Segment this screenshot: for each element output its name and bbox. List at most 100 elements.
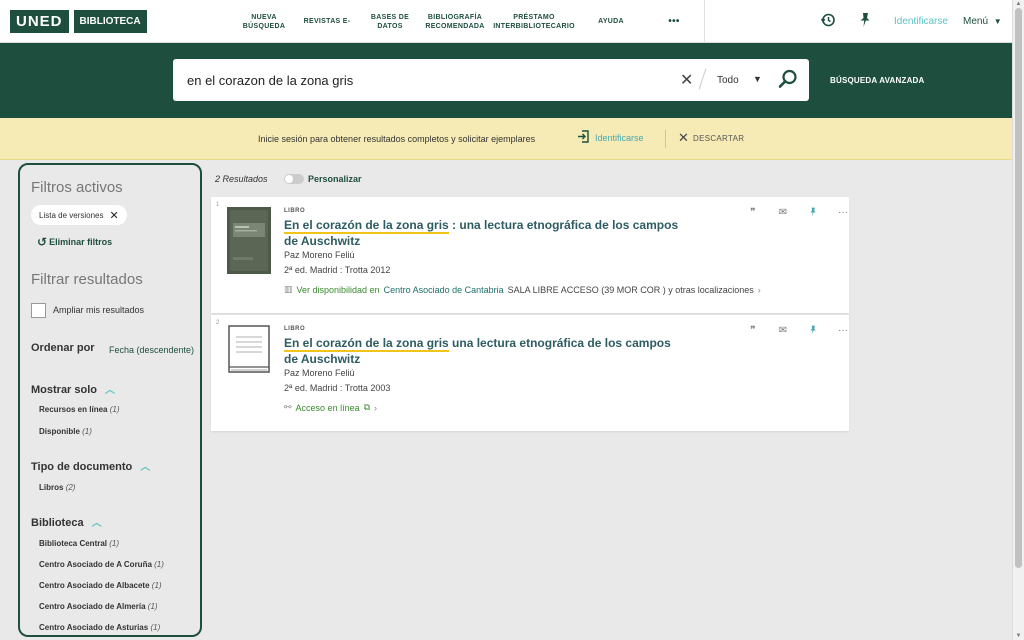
result-card[interactable]: 1 LIBRO En el corazón de la zona gris : …	[211, 197, 849, 313]
facet-online-resources[interactable]: Recursos en línea (1)	[39, 405, 120, 414]
facet-count: (1)	[151, 581, 162, 590]
result-title-link[interactable]: En el corazón de la zona gris : una lect…	[284, 217, 684, 249]
facet-count: (1)	[109, 539, 120, 548]
nav-more-button[interactable]: •••	[647, 0, 701, 43]
nav-label: INTERBIBLIOTECARIO	[493, 22, 575, 30]
cite-icon[interactable]: ❞	[738, 206, 768, 220]
nav-label: NUEVA	[251, 13, 277, 21]
search-scope-select[interactable]: Todo	[717, 75, 739, 86]
online-access-label: Acceso en línea	[295, 402, 360, 413]
availability-location: Centro Asociado de Cantabria	[383, 284, 504, 295]
nav-label: PRÉSTAMO	[513, 13, 555, 21]
sign-in-link[interactable]: Identificarse	[894, 16, 948, 27]
facet-library[interactable]: Centro Asociado de Almería (1)	[39, 602, 158, 611]
cite-icon[interactable]: ❞	[738, 324, 768, 338]
scrollbar-thumb[interactable]	[1015, 8, 1022, 568]
clear-filters-link[interactable]: ↺ Eliminar filtros	[37, 235, 112, 249]
sort-select[interactable]: Fecha (descendente)	[109, 345, 194, 355]
nav-label: AYUDA	[598, 18, 624, 25]
dismiss-button[interactable]: DESCARTAR	[693, 134, 744, 143]
search-band: ✕ Todo ▼ BÚSQUEDA AVANZADA	[0, 43, 1012, 118]
show-only-section-toggle[interactable]: Mostrar solo ︿	[31, 381, 115, 396]
book-shelf-icon: ▥	[284, 284, 293, 294]
online-access-link[interactable]: ⚯ Acceso en línea ⧉ ›	[284, 402, 377, 413]
nav-label: DATOS	[377, 22, 403, 30]
scroll-down-arrow-icon[interactable]: ▼	[1015, 633, 1022, 639]
library-section-toggle[interactable]: Biblioteca ︿	[31, 514, 102, 529]
nav-label: BÚSQUEDA	[242, 22, 286, 30]
active-filter-chip[interactable]: Lista de versiones ✕	[31, 205, 127, 225]
caret-down-icon[interactable]: ▼	[753, 74, 762, 84]
chevron-right-icon: ›	[757, 284, 761, 295]
email-icon[interactable]: ✉	[768, 206, 798, 220]
resource-type: LIBRO	[284, 326, 306, 332]
nav-interlibrary-loan[interactable]: PRÉSTAMO INTERBIBLIOTECARIO	[492, 0, 576, 43]
facet-count: (2)	[65, 483, 76, 492]
caret-down-icon: ▼	[993, 17, 1002, 26]
facet-available[interactable]: Disponible (1)	[39, 427, 92, 436]
page-scrollbar[interactable]: ▲ ▼	[1012, 0, 1024, 640]
result-title-link[interactable]: En el corazón de la zona gris una lectur…	[284, 335, 684, 367]
logo-biblioteca: BIBLIOTECA	[73, 10, 147, 33]
book-placeholder-icon[interactable]	[227, 325, 271, 392]
pin-icon[interactable]	[798, 324, 828, 338]
personalize-toggle[interactable]	[284, 174, 304, 184]
nav-recommended-bibliography[interactable]: BIBLIOGRAFÍA RECOMENDADA	[422, 0, 488, 43]
facet-count: (1)	[147, 602, 158, 611]
more-icon: •••	[668, 16, 680, 27]
history-icon[interactable]	[819, 12, 837, 30]
external-link-icon: ⧉	[363, 402, 371, 412]
nav-databases[interactable]: BASES DE DATOS	[362, 0, 418, 43]
availability-details: SALA LIBRE ACCESO (39 MOR COR ) y otras …	[507, 284, 754, 295]
email-icon[interactable]: ✉	[768, 324, 798, 338]
advanced-search-link[interactable]: BÚSQUEDA AVANZADA	[830, 76, 925, 85]
uned-library-logo[interactable]: UNED BIBLIOTECA	[10, 10, 147, 33]
result-edition: 2ª ed. Madrid : Trotta 2012	[284, 265, 391, 275]
nav-label: BASES DE	[370, 13, 410, 21]
more-options-icon[interactable]: ···	[828, 206, 858, 220]
banner-sign-in-link[interactable]: Identificarse	[595, 133, 644, 143]
more-options-icon[interactable]: ···	[828, 324, 858, 338]
chevron-up-icon: ︿	[140, 462, 151, 473]
scroll-up-arrow-icon[interactable]: ▲	[1015, 1, 1022, 7]
menu-button[interactable]: Menú ▼	[963, 16, 1002, 27]
search-submit-button[interactable]	[778, 69, 798, 89]
result-edition: 2ª ed. Madrid : Trotta 2003	[284, 383, 391, 393]
expand-results-label[interactable]: Ampliar mis resultados	[53, 305, 144, 315]
pin-icon[interactable]	[856, 12, 874, 30]
expand-results-checkbox[interactable]	[31, 303, 46, 318]
nav-ejournals[interactable]: REVISTAS E-	[296, 0, 358, 43]
facet-label: Centro Asociado de Almería	[39, 602, 146, 611]
active-filters-heading: Filtros activos	[31, 179, 123, 196]
pin-icon[interactable]	[798, 206, 828, 220]
availability-link[interactable]: ▥ Ver disponibilidad en Centro Asociado …	[284, 284, 761, 295]
result-card[interactable]: 2 LIBRO En el corazón de la zona gris un…	[211, 315, 849, 431]
doc-type-section-toggle[interactable]: Tipo de documento ︿	[31, 458, 150, 473]
nav-help[interactable]: AYUDA	[585, 0, 637, 43]
link-icon: ⚯	[284, 402, 292, 412]
nav-new-search[interactable]: NUEVA BÚSQUEDA	[236, 0, 292, 43]
facet-books[interactable]: Libros (2)	[39, 483, 75, 492]
facet-library[interactable]: Centro Asociado de A Coruña (1)	[39, 560, 164, 569]
facet-count: (1)	[150, 623, 161, 632]
sign-in-icon[interactable]	[577, 130, 590, 146]
remove-filter-icon[interactable]: ✕	[109, 209, 118, 222]
section-title: Biblioteca	[31, 517, 84, 529]
facet-library[interactable]: Centro Asociado de Albacete (1)	[39, 581, 162, 590]
close-icon[interactable]: ✕	[678, 130, 689, 146]
banner-divider	[665, 130, 666, 148]
search-input[interactable]	[187, 59, 667, 101]
personalize-label[interactable]: Personalizar	[308, 174, 362, 184]
facet-library[interactable]: Centro Asociado de Asturias (1)	[39, 623, 160, 632]
result-number: 1	[216, 202, 220, 208]
facet-label: Disponible	[39, 427, 80, 436]
clear-search-icon[interactable]: ✕	[680, 70, 693, 90]
top-bar: UNED BIBLIOTECA NUEVA BÚSQUEDA REVISTAS E…	[0, 0, 1012, 43]
book-cover-thumbnail[interactable]	[227, 207, 271, 274]
sign-in-banner: Inicie sesión para obtener resultados co…	[0, 118, 1012, 160]
availability-label: Ver disponibilidad en	[296, 284, 380, 295]
facet-count: (1)	[109, 405, 120, 414]
result-author: Paz Moreno Feliú	[284, 250, 355, 260]
banner-message: Inicie sesión para obtener resultados co…	[258, 134, 536, 144]
facet-library[interactable]: Biblioteca Central (1)	[39, 539, 119, 548]
